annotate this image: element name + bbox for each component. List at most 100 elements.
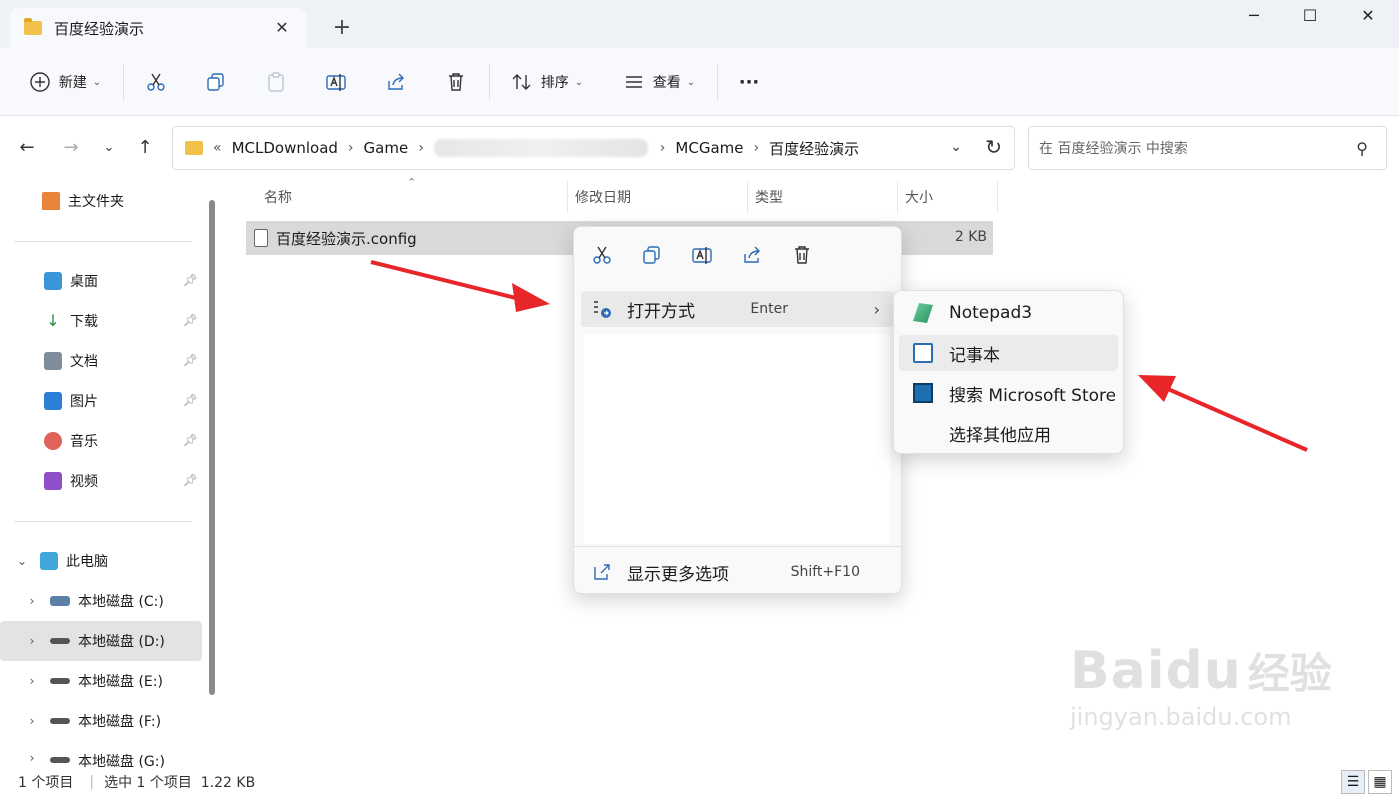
breadcrumb-item[interactable]: 百度经验演示 [769,138,859,159]
show-more-shortcut: Shift+F10 [790,564,860,580]
address-dropdown-icon[interactable]: ⌄ [950,139,962,155]
column-divider[interactable] [747,181,748,213]
pin-icon[interactable]: 📌︎ [183,313,198,327]
sidebar-item-label: 本地磁盘 (F:) [78,714,162,730]
watermark-brand-cn: 经验 [1247,649,1332,698]
address-bar[interactable]: « MCLDownload › Game › › MCGame › 百度经验演示… [172,126,1015,170]
sidebar-item-home[interactable]: 主文件夹 [0,181,202,221]
open-with-label: 打开方式 [627,301,695,322]
chevron-right-icon[interactable]: › [22,674,42,688]
toolbar-divider [489,64,490,100]
share-icon [744,246,760,263]
submenu-item-notepad[interactable]: 记事本 [899,335,1118,371]
search-placeholder: 在 百度经验演示 中搜索 [1039,141,1188,157]
breadcrumb-overflow[interactable]: « [213,140,222,156]
sidebar-item-music[interactable]: 音乐 📌︎ [0,421,202,461]
open-with-menu-item[interactable]: 打开方式 Enter › [581,291,894,327]
chevron-right-icon[interactable]: › [22,594,42,608]
new-tab-button[interactable]: + [328,14,356,42]
sidebar-item-downloads[interactable]: ↓ 下载 📌︎ [0,301,202,341]
tab-close-button[interactable]: ✕ [270,16,294,40]
sidebar-item-drive-f[interactable]: › 本地磁盘 (F:) [0,701,202,741]
column-header-name[interactable]: 名称 [264,185,292,211]
notepad-icon [913,343,933,363]
context-rename-button[interactable] [687,240,717,270]
column-divider[interactable] [567,181,568,213]
file-size: 2 KB [954,229,987,245]
chevron-down-icon: ⌄ [92,76,102,88]
toolbar-divider [123,64,124,100]
sort-button[interactable]: 排序 ⌄ [507,62,587,102]
sidebar-item-label: 本地磁盘 (D:) [78,634,165,650]
copy-icon [207,73,224,91]
close-window-button[interactable]: ✕ [1339,0,1397,32]
context-cut-button[interactable] [587,240,617,270]
breadcrumb-item[interactable]: Game [364,139,409,157]
column-divider[interactable] [897,181,898,213]
submenu-item-microsoft-store[interactable]: 搜索 Microsoft Store [899,375,1118,411]
cut-button[interactable] [141,62,171,102]
chevron-right-icon: › [347,140,354,156]
delete-button[interactable] [441,62,471,102]
submenu-item-choose-other-app[interactable]: 选择其他应用 [899,415,1118,451]
chevron-down-icon[interactable]: ⌄ [12,554,32,568]
sidebar-item-desktop[interactable]: 桌面 📌︎ [0,261,202,301]
pin-icon[interactable]: 📌︎ [183,273,198,287]
sidebar-item-documents[interactable]: 文档 📌︎ [0,341,202,381]
column-header-type[interactable]: 类型 [755,185,783,211]
chevron-right-icon[interactable]: › [22,714,42,728]
show-more-options-menu-item[interactable]: 显示更多选项 Shift+F10 [581,554,894,590]
column-header-date[interactable]: 修改日期 [575,185,631,211]
up-button[interactable]: ↑ [130,132,160,162]
share-button[interactable] [381,62,411,102]
tab-current[interactable]: 百度经验演示 ✕ [10,8,306,48]
sidebar-item-pictures[interactable]: 图片 📌︎ [0,381,202,421]
forward-button[interactable]: → [56,132,86,162]
column-header-size[interactable]: 大小 [905,185,933,211]
maximize-button[interactable]: ☐ [1281,0,1339,32]
pin-icon[interactable]: 📌︎ [183,433,198,447]
search-input[interactable]: 在 百度经验演示 中搜索 ⚲ [1028,126,1387,170]
context-copy-button[interactable] [637,240,667,270]
context-share-button[interactable] [737,240,767,270]
pin-icon[interactable]: 📌︎ [183,353,198,367]
column-divider[interactable] [997,181,998,213]
pin-icon[interactable]: 📌︎ [183,393,198,407]
document-icon [44,352,62,370]
back-button[interactable]: ← [12,132,42,162]
refresh-icon[interactable]: ↻ [985,135,1002,159]
more-options-button[interactable]: ··· [734,62,764,102]
chevron-right-icon: › [873,299,880,319]
pin-icon[interactable]: 📌︎ [183,473,198,487]
sidebar-item-drive-g[interactable]: › 本地磁盘 (G:) [0,741,202,768]
sidebar-item-drive-d[interactable]: › 本地磁盘 (D:) [0,621,202,661]
view-button[interactable]: 查看 ⌄ [619,62,699,102]
minimize-button[interactable]: ─ [1225,0,1283,32]
details-view-button[interactable]: ☰ [1341,770,1365,794]
chevron-right-icon[interactable]: › [22,634,42,648]
submenu-item-notepad3[interactable]: Notepad3 [899,295,1118,331]
sidebar-item-drive-c[interactable]: › 本地磁盘 (C:) [0,581,202,621]
paste-button[interactable] [261,62,291,102]
sort-ascending-icon: ⌃ [407,176,417,189]
sidebar-divider [14,241,192,242]
drive-icon [50,596,70,606]
breadcrumb-item[interactable]: MCGame [675,139,743,157]
sidebar-item-label: 视频 [70,474,98,490]
tiles-view-button[interactable]: ▦ [1368,770,1392,794]
chevron-right-icon[interactable]: › [22,751,42,765]
recent-locations-button[interactable]: ⌄ [94,132,124,162]
sidebar-item-drive-e[interactable]: › 本地磁盘 (E:) [0,661,202,701]
sidebar-item-this-pc[interactable]: ⌄ 此电脑 [0,541,202,581]
sidebar-item-videos[interactable]: 视频 📌︎ [0,461,202,501]
new-button[interactable]: 新建 ⌄ [22,62,108,102]
notepad3-icon [913,303,933,323]
scissors-icon [593,246,611,264]
sidebar-item-label: 桌面 [70,274,98,290]
store-icon [913,383,933,403]
context-delete-button[interactable] [787,240,817,270]
copy-button[interactable] [201,62,231,102]
sidebar-scrollbar[interactable] [209,200,215,695]
rename-button[interactable] [321,62,351,102]
breadcrumb-item[interactable]: MCLDownload [232,139,338,157]
